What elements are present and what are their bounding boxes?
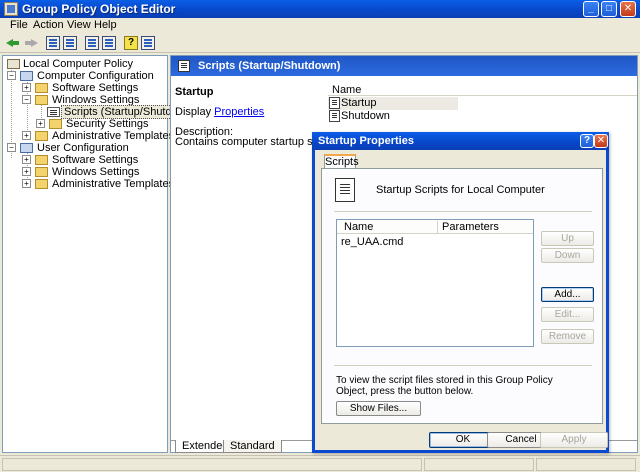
status-segment <box>2 458 422 471</box>
folder-icon <box>35 155 48 165</box>
script-icon <box>329 110 340 122</box>
expand-icon[interactable]: + <box>22 179 31 188</box>
show-action-pane-icon[interactable] <box>141 36 155 50</box>
back-arrow-icon[interactable] <box>6 36 20 50</box>
properties-icon[interactable] <box>85 36 99 50</box>
menu-action[interactable]: Action <box>33 19 64 31</box>
up-button[interactable]: Up <box>541 231 594 246</box>
panel-title: Startup Scripts for Local Computer <box>376 184 545 196</box>
display-properties-line: Display Properties <box>175 106 265 118</box>
expand-icon[interactable]: + <box>22 167 31 176</box>
expand-icon[interactable]: + <box>22 131 31 140</box>
title-bar: Group Policy Object Editor _ □ ✕ <box>0 0 640 18</box>
forward-arrow-icon[interactable] <box>24 36 38 50</box>
export-list-icon[interactable] <box>102 36 116 50</box>
expand-icon[interactable]: + <box>22 83 31 92</box>
security-icon <box>49 119 62 129</box>
user-icon <box>20 143 33 153</box>
tab-standard[interactable]: Standard <box>223 440 282 453</box>
script-icon <box>47 107 60 117</box>
tab-scripts[interactable]: Scripts <box>324 154 359 169</box>
script-icon <box>329 97 340 109</box>
toolbar: ? <box>0 33 640 53</box>
show-hide-tree-icon[interactable] <box>63 36 77 50</box>
expand-icon[interactable]: + <box>22 155 31 164</box>
up-level-icon[interactable] <box>46 36 60 50</box>
dialog-help-button[interactable]: ? <box>580 134 594 148</box>
add-button[interactable]: Add... <box>541 287 594 302</box>
maximize-button[interactable]: □ <box>601 1 617 17</box>
window-title: Group Policy Object Editor <box>22 2 176 16</box>
scripts-tab-panel: Startup Scripts for Local Computer Name … <box>321 168 603 424</box>
script-row[interactable]: re_UAA.cmd <box>341 236 403 248</box>
remove-button[interactable]: Remove <box>541 329 594 344</box>
dialog-title-bar: Startup Properties ? ✕ <box>312 132 609 150</box>
script-icon <box>335 178 355 202</box>
collapse-icon[interactable]: − <box>7 143 16 152</box>
down-button[interactable]: Down <box>541 248 594 263</box>
list-item-shutdown[interactable]: Shutdown <box>328 110 458 123</box>
computer-icon <box>20 71 33 81</box>
collapse-icon[interactable]: − <box>22 95 31 104</box>
dialog-close-button[interactable]: ✕ <box>594 134 608 148</box>
show-files-hint: To view the script files stored in this … <box>336 375 553 397</box>
expand-icon[interactable]: + <box>36 119 45 128</box>
apply-button[interactable]: Apply <box>540 432 608 448</box>
column-header-name[interactable]: Name <box>344 221 373 233</box>
folder-icon <box>35 83 48 93</box>
menu-file[interactable]: File <box>10 19 28 31</box>
separator <box>334 365 592 366</box>
column-header-parameters[interactable]: Parameters <box>437 221 499 233</box>
scripts-list-header: Name Parameters <box>337 220 533 234</box>
description-title: Startup <box>175 86 214 98</box>
show-files-button[interactable]: Show Files... <box>336 401 421 416</box>
folder-icon <box>35 179 48 189</box>
close-button[interactable]: ✕ <box>620 1 636 17</box>
scripts-list[interactable]: Name Parameters re_UAA.cmd <box>336 219 534 347</box>
status-segment <box>536 458 636 471</box>
status-segment <box>424 458 534 471</box>
properties-link[interactable]: Properties <box>214 106 264 118</box>
menu-help[interactable]: Help <box>94 19 117 31</box>
folder-open-icon <box>35 95 48 105</box>
menu-bar: File Action View Help <box>0 18 640 33</box>
list-item-startup[interactable]: Startup <box>328 97 458 110</box>
edit-button[interactable]: Edit... <box>541 307 594 322</box>
policy-icon <box>7 59 20 69</box>
startup-properties-dialog: Startup Properties ? ✕ Scripts Startup S… <box>312 132 609 453</box>
separator <box>334 211 592 212</box>
tree-pane: Local Computer Policy − Computer Configu… <box>2 55 199 453</box>
status-bar <box>0 455 640 472</box>
menu-view[interactable]: View <box>67 19 91 31</box>
details-header: Scripts (Startup/Shutdown) <box>171 56 637 76</box>
collapse-icon[interactable]: − <box>7 71 16 80</box>
folder-icon <box>35 131 48 141</box>
minimize-button[interactable]: _ <box>583 1 599 17</box>
app-icon <box>4 2 18 16</box>
folder-icon <box>35 167 48 177</box>
list-column-header-name[interactable]: Name <box>328 82 637 96</box>
script-icon <box>178 60 190 72</box>
help-icon[interactable]: ? <box>124 36 138 50</box>
